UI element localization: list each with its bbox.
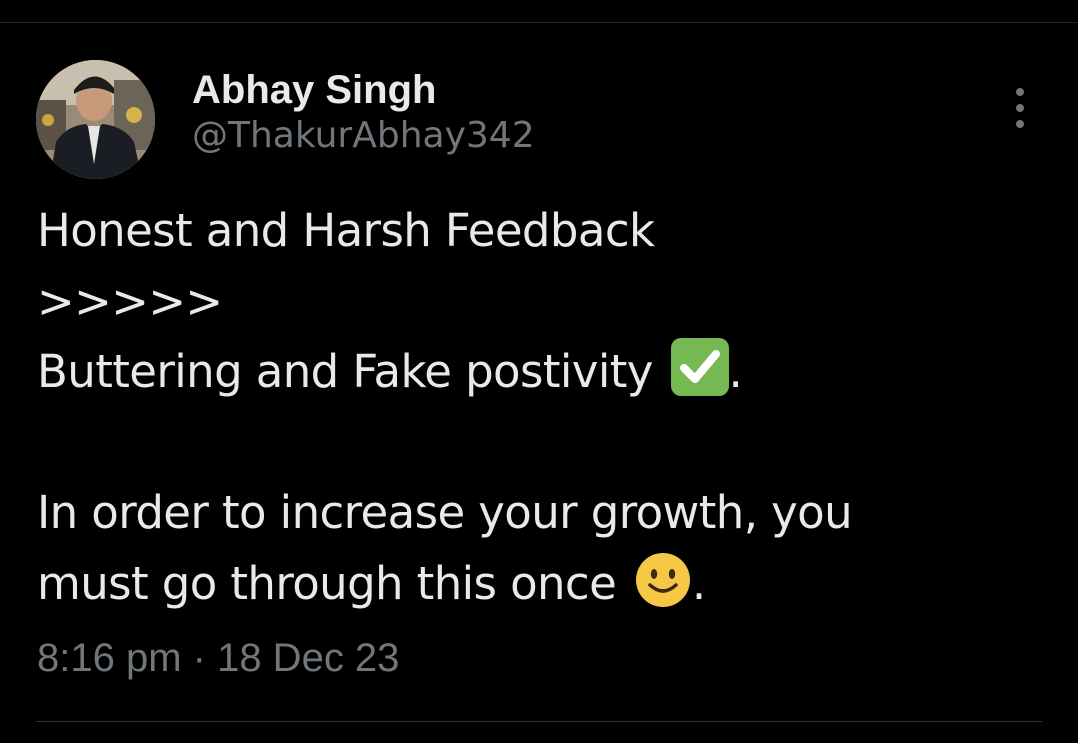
tweet-line-suffix: . — [728, 345, 743, 398]
more-vertical-icon — [1016, 88, 1024, 96]
tweet-text: Honest and Harsh Feedback >>>>> Butterin… — [37, 196, 1037, 619]
smiling-face-emoji-icon — [635, 552, 690, 607]
check-mark-emoji-icon — [670, 338, 729, 396]
timestamp[interactable]: 8:16 pm · 18 Dec 23 — [37, 634, 399, 682]
top-divider — [0, 22, 1078, 23]
display-name[interactable]: Abhay Singh — [192, 66, 535, 114]
avatar[interactable] — [36, 60, 155, 179]
tweet-line-text: must go through this once — [37, 556, 630, 610]
user-handle[interactable]: @ThakurAbhay342 — [192, 114, 535, 158]
tweet-line: In order to increase your growth, you — [37, 486, 853, 539]
tweet-line: >>>>> — [37, 274, 223, 328]
profile-photo-icon — [36, 60, 155, 179]
tweet-line: must go through this once . — [37, 549, 1037, 620]
tweet-line-suffix: . — [691, 556, 706, 610]
more-vertical-icon-dot — [1016, 104, 1024, 112]
tweet-line: Honest and Harsh Feedback — [37, 204, 655, 257]
tweet-line: Buttering and Fake postivity . — [37, 337, 1037, 408]
more-vertical-icon-dot — [1016, 120, 1024, 128]
more-options-button[interactable] — [1004, 88, 1036, 128]
author-block: Abhay Singh @ThakurAbhay342 — [192, 66, 535, 158]
tweet-line-text: Buttering and Fake postivity — [37, 345, 667, 398]
bottom-divider — [36, 721, 1042, 722]
